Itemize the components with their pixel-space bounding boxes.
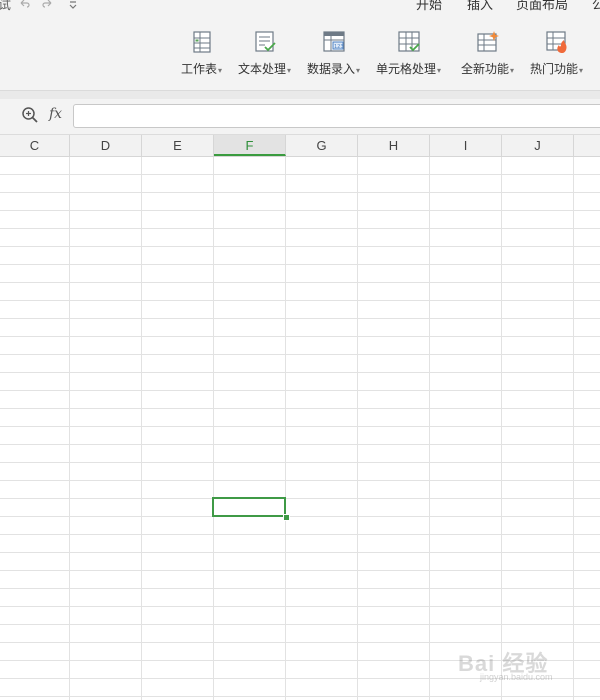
grid-column-line [141, 157, 142, 700]
watermark-url: jingyan.baidu.com [480, 672, 553, 682]
cell-process-icon [397, 31, 420, 52]
grid-column-line [357, 157, 358, 700]
ribbon-toolbar: 工作表▾ 文本处理▾ 123 数据录入▾ 单元格处理▾ 全新功能▾ 热门功能▾ [0, 22, 600, 91]
grid-column-line [285, 157, 286, 700]
hot-feature-label: 热门功能 [530, 62, 579, 76]
column-header-h[interactable]: H [358, 135, 430, 156]
grid-column-line [429, 157, 430, 700]
column-header-c[interactable]: C [0, 135, 70, 156]
column-header-g[interactable]: G [286, 135, 358, 156]
formula-input[interactable] [73, 104, 600, 128]
svg-text:123: 123 [334, 44, 344, 50]
grid-column-line [501, 157, 502, 700]
tab-home[interactable]: 开始 [416, 0, 442, 13]
column-header-i[interactable]: I [430, 135, 502, 156]
tab-page-layout[interactable]: 页面布局 [516, 0, 568, 13]
hot-feature-icon [545, 31, 567, 53]
new-feature-icon [476, 31, 499, 52]
chevron-down-icon[interactable] [68, 0, 78, 9]
column-header-d[interactable]: D [70, 135, 142, 156]
cell-process-label: 单元格处理 [376, 62, 437, 76]
dropdown-arrow-icon: ▾ [579, 66, 584, 75]
fx-label[interactable]: fx [49, 106, 62, 122]
column-header-e[interactable]: E [142, 135, 214, 156]
new-feature-label: 全新功能 [461, 62, 510, 76]
data-entry-icon: 123 [322, 31, 345, 52]
data-entry-button[interactable]: 123 数据录入▾ [307, 30, 360, 82]
new-feature-button[interactable]: 全新功能▾ [461, 30, 514, 82]
cell-process-button[interactable]: 单元格处理▾ [376, 30, 441, 82]
cell-grid[interactable] [0, 157, 600, 700]
worksheet-icon [192, 31, 211, 53]
zoom-search-icon[interactable] [21, 106, 39, 129]
tab-insert[interactable]: 插入 [467, 0, 493, 13]
clipped-quick-access-char: 试 [0, 0, 12, 12]
data-entry-label: 数据录入 [307, 62, 356, 76]
column-header-j[interactable]: J [502, 135, 574, 156]
text-process-icon [254, 31, 276, 52]
active-cell[interactable] [212, 497, 286, 517]
worksheet-button[interactable]: 工作表▾ [181, 30, 222, 82]
title-strip: 试 开始 插入 页面布局 公 [0, 0, 600, 22]
dropdown-arrow-icon: ▾ [510, 66, 515, 75]
redo-icon[interactable] [42, 0, 54, 9]
formula-bar: fx [0, 99, 600, 135]
tab-formulas-clipped[interactable]: 公 [592, 0, 600, 13]
worksheet-label: 工作表 [181, 62, 218, 76]
hot-feature-button[interactable]: 热门功能▾ [530, 30, 583, 82]
dropdown-arrow-icon: ▾ [356, 66, 361, 75]
fill-handle[interactable] [283, 514, 290, 521]
grid-column-line [573, 157, 574, 700]
text-process-label: 文本处理 [238, 62, 287, 76]
ribbon-separator [0, 91, 600, 99]
dropdown-arrow-icon: ▾ [437, 66, 442, 75]
grid-column-line [69, 157, 70, 700]
text-process-button[interactable]: 文本处理▾ [238, 30, 291, 82]
undo-icon[interactable] [18, 0, 30, 9]
column-header-f[interactable]: F [214, 135, 286, 156]
dropdown-arrow-icon: ▾ [218, 66, 223, 75]
dropdown-arrow-icon: ▾ [287, 66, 292, 75]
grid-column-line [213, 157, 214, 700]
column-header-row: C D E F G H I J [0, 135, 600, 157]
